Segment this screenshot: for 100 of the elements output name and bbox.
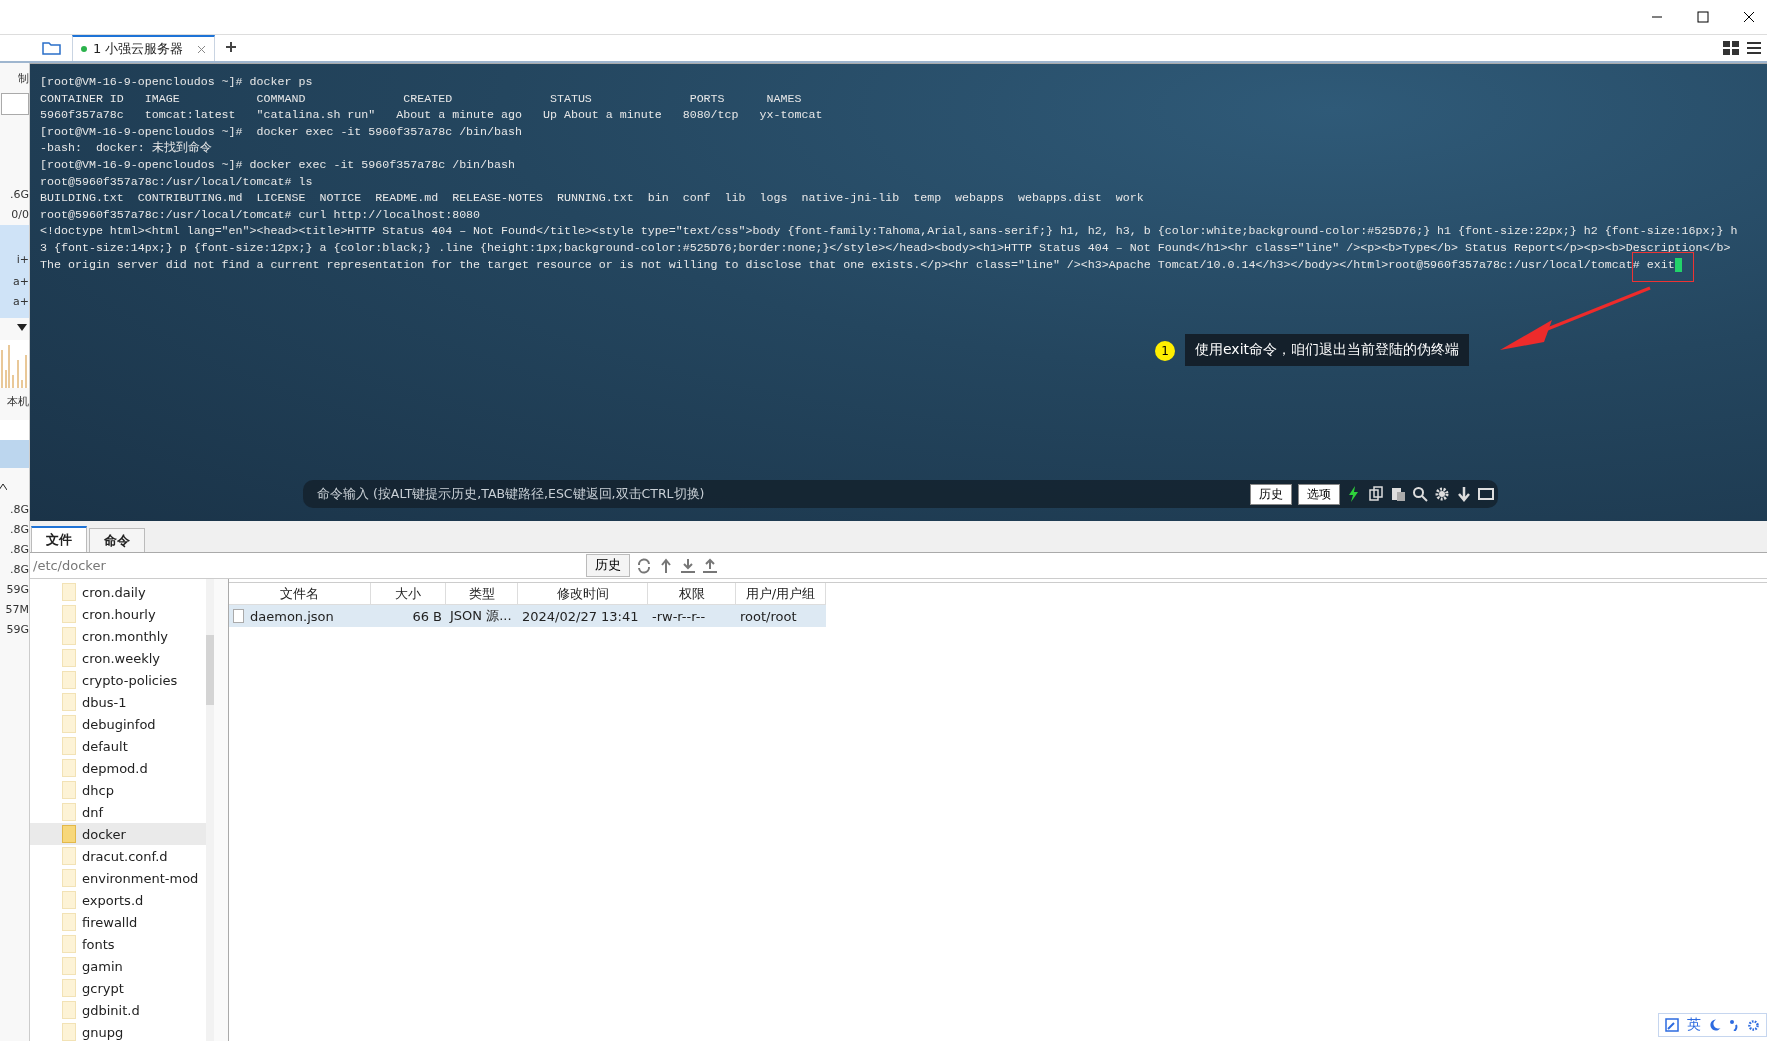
command-input[interactable]: 命令输入 (按ALT键提示历史,TAB键路径,ESC键返回,双击CTRL切换) 历史 选项 xyxy=(303,480,1498,508)
folder-icon xyxy=(62,803,76,821)
punctuation-icon[interactable] xyxy=(1729,1019,1739,1031)
terminal-panel[interactable] xyxy=(30,63,1767,521)
folder-item[interactable]: gnupg xyxy=(30,1021,206,1041)
folder-icon xyxy=(62,759,76,777)
terminal-line: BUILDING.txt CONTRIBUTING.md LICENSE NOTICE README.md RELEASE-NOTES RUNNING.txt bin conf lib logs native-jni-lib temp webapps webapps.dist work xyxy=(40,190,1144,207)
file-row[interactable]: daemon.json 66 B JSON 源... 2024/02/27 13:41 -rw-r--r-- root/root xyxy=(229,605,826,627)
folder-item[interactable]: fonts xyxy=(30,933,206,955)
annotation-text: 使用exit命令，咱们退出当前登陆的伪终端 xyxy=(1185,334,1470,366)
folder-item[interactable]: gdbinit.d xyxy=(30,999,206,1021)
folder-item[interactable]: debuginfod xyxy=(30,713,206,735)
folder-icon xyxy=(62,935,76,953)
folder-item[interactable]: docker xyxy=(30,823,206,845)
session-tab[interactable]: 1 小强云服务器 xyxy=(72,35,216,61)
language-label[interactable]: 英 xyxy=(1687,1016,1701,1034)
terminal-line: root@5960f357a78c:/usr/local/tomcat# ls xyxy=(40,173,313,190)
folder-icon xyxy=(62,869,76,887)
scrollbar[interactable] xyxy=(206,579,214,1041)
text-cursor xyxy=(1674,257,1682,272)
terminal-line: 3 {font-size:14px;} p {font-size:12px;} a {color:black;} .line {height:1px;background-color:#525D76;border:none;}</style></head><body><h1>HTTP Status 404 – Not Found</h1><hr class="line" /><p><b>Type</b> Status Report</p><p><b>Description</b> xyxy=(40,239,1731,256)
folder-item[interactable]: crypto-policies xyxy=(30,669,206,691)
folder-icon xyxy=(62,781,76,799)
search-icon[interactable] xyxy=(1412,486,1428,502)
maximize-icon[interactable] xyxy=(1697,11,1709,23)
sidebar-field[interactable] xyxy=(1,93,29,115)
expand-icon[interactable] xyxy=(1665,1018,1679,1032)
refresh-icon[interactable] xyxy=(636,557,652,574)
copy-icon[interactable] xyxy=(1368,486,1384,502)
folder-icon xyxy=(62,957,76,975)
moon-icon[interactable] xyxy=(1709,1019,1721,1031)
folder-icon xyxy=(62,737,76,755)
file-icon xyxy=(233,609,244,623)
folder-icon xyxy=(62,1001,76,1019)
folder-item[interactable]: gcrypt xyxy=(30,977,206,999)
download-icon[interactable] xyxy=(680,557,696,574)
sidebar-text: .8G xyxy=(9,562,29,578)
folder-icon xyxy=(62,1023,76,1041)
folder-item[interactable]: exports.d xyxy=(30,889,206,911)
path-field[interactable]: /etc/docker xyxy=(30,557,580,574)
folder-icon xyxy=(62,825,76,843)
folder-icon xyxy=(62,671,76,689)
menu-icon[interactable] xyxy=(1747,41,1761,55)
upload-icon[interactable] xyxy=(702,557,718,574)
folder-item[interactable]: environment-mod xyxy=(30,867,206,889)
folder-icon xyxy=(62,715,76,733)
folder-item[interactable]: cron.monthly xyxy=(30,625,206,647)
step-number: 1 xyxy=(1155,341,1175,361)
folder-item[interactable]: firewalld xyxy=(30,911,206,933)
terminal-line: <!doctype html><html lang="en"><head><title>HTTP Status 404 – Not Found</title><style type="text/css">body {font-family:Tahoma,Arial,sans-serif;} h1, h2, h3, b {color:white;background-color:#525D76;} h1 {font-size:22px;} h2 {font-size:16px;} h xyxy=(40,223,1738,240)
window-icon[interactable] xyxy=(1478,486,1494,502)
folder-icon xyxy=(62,649,76,667)
sidebar-text: i+ xyxy=(16,252,29,268)
folder-icon xyxy=(62,979,76,997)
folder-item[interactable]: dnf xyxy=(30,801,206,823)
panel-tab[interactable]: 命令 xyxy=(89,528,145,552)
up-arrow-icon[interactable] xyxy=(658,557,674,574)
folder-item[interactable]: cron.weekly xyxy=(30,647,206,669)
sidebar-text: 本机 xyxy=(7,394,29,410)
history-button[interactable]: 历史 xyxy=(586,554,630,577)
down-arrow-icon[interactable] xyxy=(1456,486,1472,502)
folder-item[interactable]: dhcp xyxy=(30,779,206,801)
toolbar-button[interactable]: 选项 xyxy=(1298,483,1340,505)
table-cell: JSON 源... xyxy=(450,608,512,623)
table-cell: 2024/02/27 13:41 xyxy=(522,608,639,624)
sidebar-text: 57M xyxy=(5,602,29,618)
folder-item[interactable]: dbus-1 xyxy=(30,691,206,713)
folder-item[interactable]: cron.hourly xyxy=(30,603,206,625)
ime-toolbar[interactable]: 英 xyxy=(1658,1013,1767,1037)
panel-tab[interactable]: 文件 xyxy=(31,526,87,552)
folder-icon xyxy=(62,627,76,645)
terminal-line: [root@VM-16-9-opencloudos ~]# docker exec -it 5960f357a78c /bin/bash xyxy=(40,123,522,140)
paste-icon[interactable] xyxy=(1390,486,1406,502)
folder-item[interactable]: dracut.conf.d xyxy=(30,845,206,867)
folder-icon xyxy=(62,847,76,865)
folder-item[interactable]: cron.daily xyxy=(30,581,206,603)
folder-item[interactable]: depmod.d xyxy=(30,757,206,779)
terminal-line: root@5960f357a78c:/usr/local/tomcat# curl http://localhost:8080 xyxy=(40,206,481,223)
status-dot-icon xyxy=(81,46,87,52)
caret-icon[interactable] xyxy=(17,324,27,332)
table-cell: daemon.json xyxy=(250,608,334,624)
grid-icon[interactable] xyxy=(1723,41,1739,55)
folder-icon xyxy=(62,693,76,711)
sidebar-text: 制 xyxy=(18,71,29,87)
folder-icon[interactable] xyxy=(42,40,62,56)
add-icon[interactable] xyxy=(225,41,238,53)
table-cell: 66 B xyxy=(412,608,442,624)
folder-item[interactable]: gamin xyxy=(30,955,206,977)
terminal-line: [root@VM-16-9-opencloudos ~]# docker ps xyxy=(40,74,313,90)
close-icon[interactable] xyxy=(1743,11,1755,23)
terminal-line: -bash: docker: 未找到命令 xyxy=(40,140,212,157)
sidebar-text: .8G xyxy=(9,502,29,518)
sidebar-text: 59G xyxy=(6,582,29,598)
caret-icon[interactable] xyxy=(0,484,7,490)
sidebar-text: .8G xyxy=(9,522,29,538)
sidebar-text: 0/0 xyxy=(11,207,29,223)
folder-item[interactable]: default xyxy=(30,735,206,757)
folder-icon xyxy=(62,583,76,601)
toolbar-button[interactable]: 历史 xyxy=(1250,483,1292,505)
terminal-line: CONTAINER ID IMAGE COMMAND CREATED STATUS PORTS NAMES xyxy=(40,90,802,107)
